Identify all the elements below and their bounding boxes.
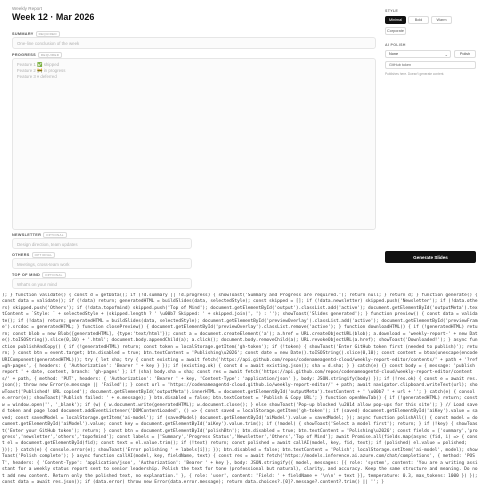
- leaked-script-text: ); } function validate() { const d = get…: [2, 293, 478, 486]
- chevron-down-icon: ⌄: [444, 52, 448, 57]
- newsletter-input[interactable]: Design direction, team updates: [12, 238, 192, 249]
- summary-placeholder: One-line conclusion of the week: [17, 41, 80, 46]
- progress-textarea[interactable]: Feature 1 ✅ shipped Feature 2 🚧 in progr…: [12, 58, 376, 230]
- others-input[interactable]: Meetings, cross-team work: [12, 258, 192, 269]
- top-of-mind-label-text: TOP OF MIND: [12, 273, 41, 277]
- ai-model-value: None: [389, 52, 399, 56]
- style-bold-button[interactable]: Bold: [408, 16, 429, 24]
- report-form: Weekly Report Week 12 · Mar 2026 SUMMARY…: [0, 0, 376, 292]
- progress-label-text: PROGRESS: [12, 53, 36, 57]
- polish-button[interactable]: Polish: [454, 50, 476, 58]
- summary-input[interactable]: One-line conclusion of the week: [12, 37, 376, 49]
- others-label-text: OTHERS: [12, 253, 30, 257]
- ai-polish-label: AI POLISH: [385, 43, 406, 47]
- style-corporate-button[interactable]: Corporate: [385, 27, 406, 35]
- summary-label-text: SUMMARY: [12, 32, 34, 36]
- style-selector-row-2: Corporate: [385, 27, 406, 35]
- top-of-mind-input[interactable]: What's on your mind: [12, 278, 192, 289]
- newsletter-label-text: NEWSLETTER: [12, 233, 42, 237]
- github-token-placeholder: GitHub token: [389, 63, 412, 67]
- style-minimal-button[interactable]: Minimal: [385, 16, 406, 24]
- style-selector: Minimal Bold Warm: [385, 16, 452, 24]
- style-label: STYLE: [385, 9, 399, 13]
- top-of-mind-placeholder: What's on your mind: [17, 282, 57, 287]
- side-panel: STYLE Minimal Bold Warm Corporate AI POL…: [383, 0, 480, 292]
- ai-model-select[interactable]: None ⌄: [385, 50, 451, 58]
- ai-polish-hint: Publishes here. Doesn't generate content…: [385, 72, 445, 76]
- others-placeholder: Meetings, cross-team work: [17, 262, 70, 267]
- github-token-input[interactable]: GitHub token: [385, 61, 476, 69]
- newsletter-placeholder: Design direction, team updates: [17, 242, 78, 247]
- style-warm-button[interactable]: Warm: [431, 16, 452, 24]
- page-title: Week 12 · Mar 2026: [12, 12, 95, 22]
- generate-slides-button[interactable]: Generate Slides: [385, 251, 476, 263]
- breadcrumb: Weekly Report: [12, 6, 43, 11]
- progress-item: Feature 3 ⏸ deferred: [17, 74, 57, 79]
